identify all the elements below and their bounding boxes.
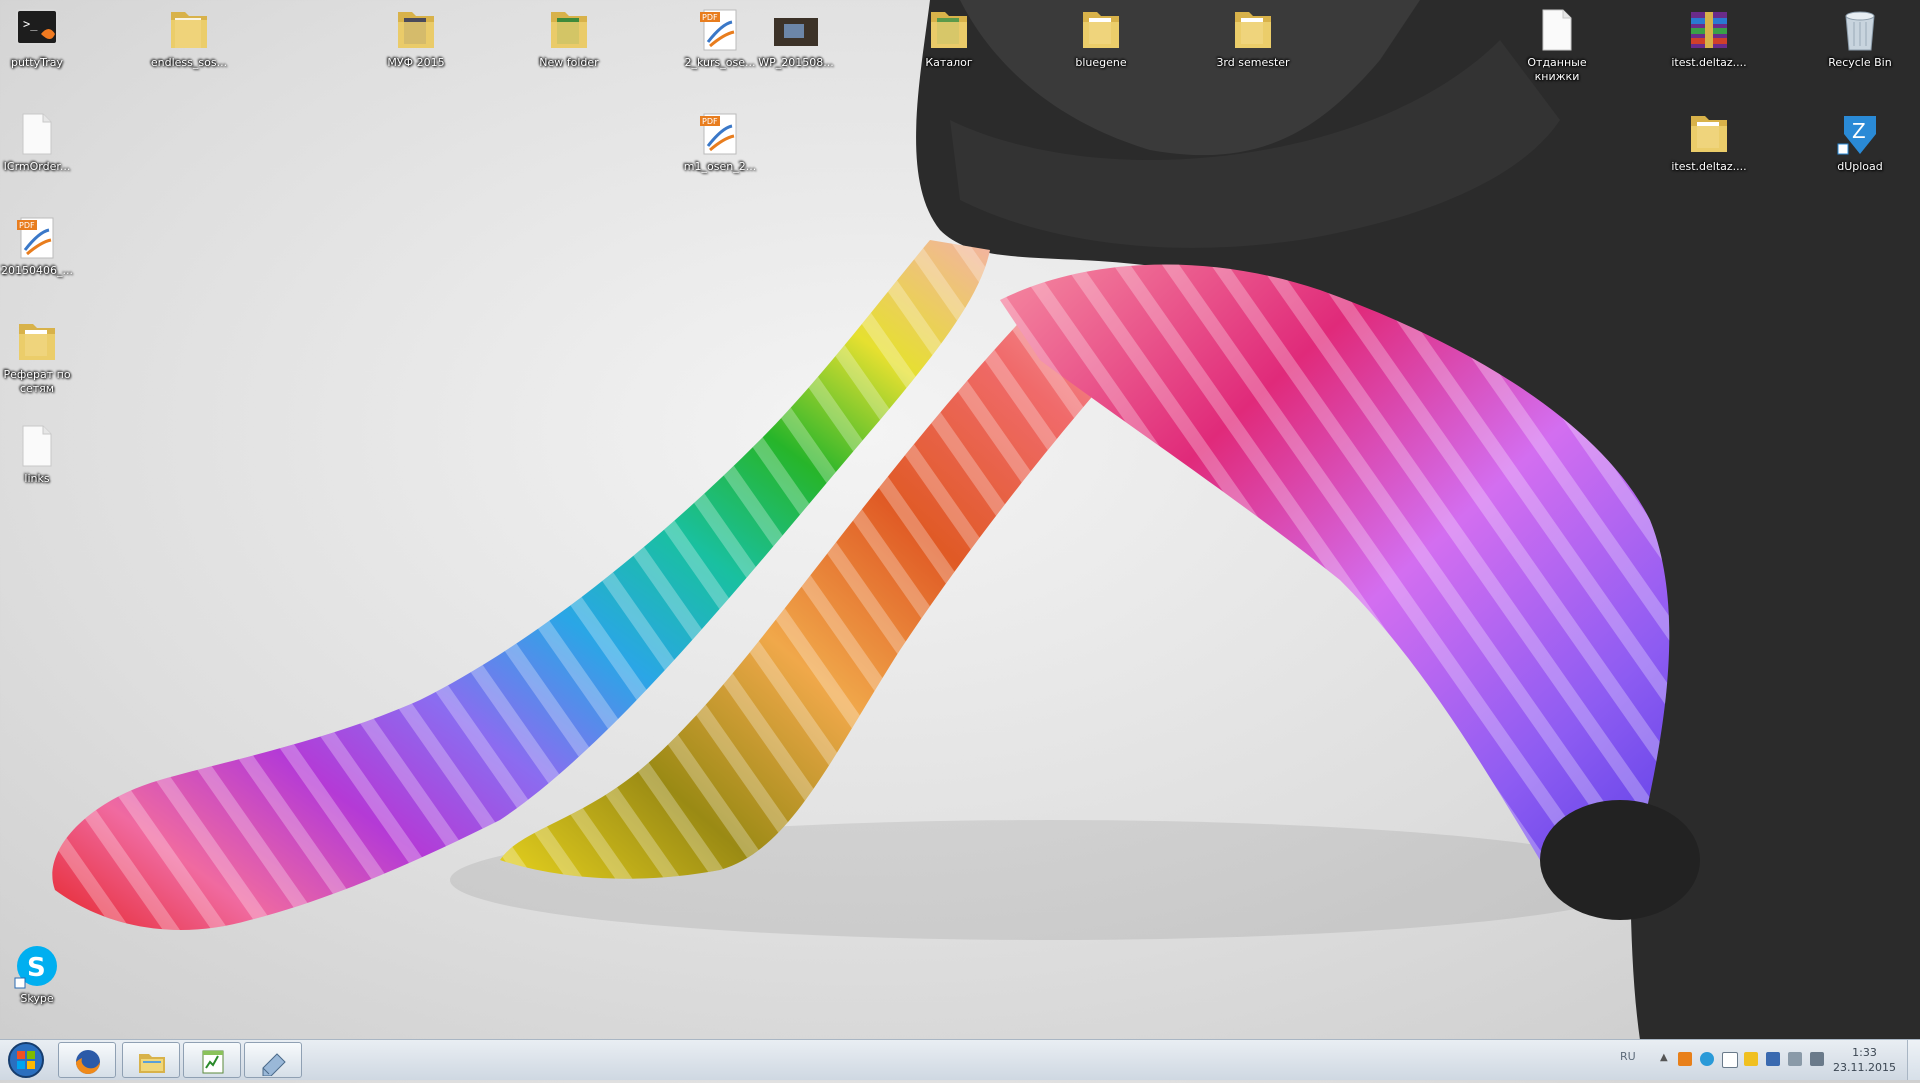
winrar-archive-icon: [1685, 6, 1733, 54]
desktop-icon-label: New folder: [539, 56, 599, 69]
file-icon: [13, 110, 61, 158]
desktop-icon-label: links: [24, 472, 50, 485]
desktop-icon-label: 2_kurs_ose...: [684, 56, 756, 69]
dupload-icon: Z: [1836, 110, 1884, 158]
desktop-icon-dupload[interactable]: Z dUpload: [1816, 106, 1904, 174]
svg-text:PDF: PDF: [702, 117, 718, 126]
desktop-wallpaper: [52, 0, 1920, 1040]
desktop-icon-2-kurs-ose[interactable]: PDF 2_kurs_ose...: [676, 2, 764, 70]
svg-text:Z: Z: [1852, 119, 1866, 143]
desktop-icon-label: Каталог: [925, 56, 973, 69]
desktop-icon-referat-po-setyam[interactable]: Реферат по сетям: [0, 314, 81, 396]
clock-date: 23.11.2015: [1833, 1061, 1896, 1074]
folder-icon: [13, 318, 61, 366]
desktop-icon-label: Отданные книжки: [1527, 56, 1587, 83]
taskbar: RU ▲ 1:33 23.11.2015: [0, 1039, 1920, 1080]
taskbar-eraser-app-button[interactable]: [244, 1042, 302, 1078]
desktop-icon-label: itest.deltaz....: [1671, 160, 1747, 173]
desktop-icon-label: МУФ 2015: [387, 56, 445, 69]
desktop-icon-label: endless_sos...: [150, 56, 228, 69]
desktop-icon-3rd-semester[interactable]: 3rd semester: [1209, 2, 1297, 70]
folder-icon: [392, 6, 440, 54]
desktop-icon-icrmorder[interactable]: ICrmOrder...: [0, 106, 81, 174]
recycle-bin-icon: [1836, 6, 1884, 54]
desktop-icon-katalog[interactable]: Каталог: [905, 2, 993, 70]
eraser-app-icon: [262, 1053, 286, 1076]
notepad-plus-icon: [202, 1050, 224, 1074]
folder-icon: [1685, 110, 1733, 158]
taskbar-explorer-button[interactable]: [122, 1042, 180, 1078]
show-hidden-icons-button[interactable]: ▲: [1660, 1052, 1668, 1063]
desktop-icon-label: 20150406_...: [1, 264, 73, 277]
desktop-icon-label: Реферат по сетям: [3, 368, 71, 395]
desktop-icon-itest-deltaz-folder[interactable]: itest.deltaz....: [1665, 106, 1753, 174]
desktop-icon-label: bluegene: [1075, 56, 1127, 69]
folder-icon: [1229, 6, 1277, 54]
desktop-icon-endless-sos[interactable]: endless_sos...: [145, 2, 233, 70]
svg-text:S: S: [27, 953, 46, 983]
desktop-icon-20150406[interactable]: PDF 20150406_...: [0, 210, 81, 278]
desktop-icon-label: 3rd semester: [1216, 56, 1290, 69]
start-orb-icon: [8, 1042, 44, 1078]
desktop-icon-bluegene[interactable]: bluegene: [1057, 2, 1145, 70]
desktop-icon-m1-osen[interactable]: PDF m1_osen_2...: [676, 106, 764, 174]
desktop-icon-label: m1_osen_2...: [683, 160, 757, 173]
tray-shield-icon[interactable]: [1766, 1052, 1780, 1066]
skype-icon: S: [13, 942, 61, 990]
folder-icon: [925, 6, 973, 54]
desktop-icon-itest-deltaz-archive[interactable]: itest.deltaz....: [1665, 2, 1753, 70]
desktop-icon-wp-201508[interactable]: WP_201508...: [752, 2, 840, 70]
desktop-icon-label: dUpload: [1837, 160, 1883, 173]
folder-icon: [545, 6, 593, 54]
clock[interactable]: 1:33 23.11.2015: [1833, 1045, 1896, 1075]
tray-windows-icon[interactable]: [1722, 1052, 1738, 1068]
svg-text:PDF: PDF: [702, 13, 718, 22]
image-thumbnail-icon: [772, 6, 820, 54]
svg-text:>_: >_: [23, 17, 38, 31]
taskbar-firefox-button[interactable]: [58, 1042, 116, 1078]
firefox-icon: [76, 1050, 100, 1074]
desktop-icon-label: puttyTray: [11, 56, 63, 69]
desktop-icon-label: Skype: [20, 992, 54, 1005]
start-button[interactable]: [4, 1041, 48, 1079]
tray-update-icon[interactable]: [1744, 1052, 1758, 1066]
desktop-icon-label: Recycle Bin: [1828, 56, 1892, 69]
file-icon: [13, 422, 61, 470]
show-desktop-button[interactable]: [1907, 1040, 1920, 1080]
language-indicator[interactable]: RU: [1620, 1050, 1636, 1063]
explorer-icon: [139, 1054, 165, 1073]
tray-orange-app-icon[interactable]: [1678, 1052, 1692, 1066]
pdf-icon: PDF: [13, 214, 61, 262]
desktop-icon-skype[interactable]: S Skype: [0, 938, 81, 1006]
system-tray: RU ▲ 1:33 23.11.2015: [1590, 1040, 1920, 1080]
taskbar-notepad-plus-button[interactable]: [183, 1042, 241, 1078]
tray-network-icon[interactable]: [1788, 1052, 1802, 1066]
tray-telegram-icon[interactable]: [1700, 1052, 1714, 1066]
desktop-icon-muf-2015[interactable]: МУФ 2015: [372, 2, 460, 70]
desktop-icon-links[interactable]: links: [0, 418, 81, 486]
desktop-icon-label: itest.deltaz....: [1671, 56, 1747, 69]
pdf-icon: PDF: [696, 110, 744, 158]
desktop-icon-puttytray[interactable]: >_ puttyTray: [0, 2, 81, 70]
file-icon: [1533, 6, 1581, 54]
folder-icon: [165, 6, 213, 54]
putty-icon: >_: [13, 6, 61, 54]
desktop-icon-label: WP_201508...: [758, 56, 834, 69]
clock-time: 1:33: [1852, 1046, 1877, 1059]
desktop-icon-otdannye-knizhki[interactable]: Отданные книжки: [1513, 2, 1601, 84]
pdf-icon: PDF: [696, 6, 744, 54]
tray-volume-icon[interactable]: [1810, 1052, 1824, 1066]
folder-icon: [1077, 6, 1125, 54]
desktop-icon-label: ICrmOrder...: [3, 160, 71, 173]
desktop-icon-new-folder[interactable]: New folder: [525, 2, 613, 70]
desktop-icon-recycle-bin[interactable]: Recycle Bin: [1816, 2, 1904, 70]
svg-text:PDF: PDF: [19, 221, 35, 230]
